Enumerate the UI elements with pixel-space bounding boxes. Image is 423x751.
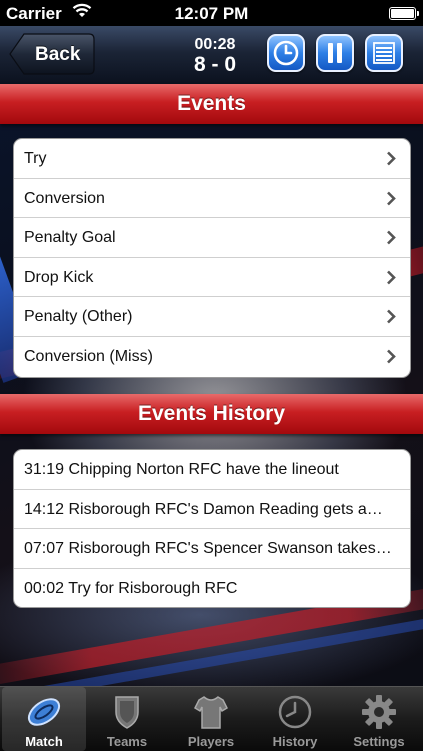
status-time: 12:07 PM [174,4,249,23]
events-history-header: Events History [0,394,423,434]
event-item-penalty-other[interactable]: Penalty (Other) [14,297,410,337]
events-list: Try Conversion Penalty Goal Drop Kick Pe… [13,138,411,378]
history-item[interactable]: 00:02 Try for Risborough RFC [14,569,410,608]
clock-icon [273,40,299,66]
tab-players[interactable]: Players [169,687,253,751]
event-label: Conversion [24,189,105,207]
event-item-penalty-goal[interactable]: Penalty Goal [14,218,410,258]
event-label: Drop Kick [24,268,94,286]
list-icon [373,42,395,64]
list-button[interactable] [365,34,403,72]
shield-icon [115,696,139,729]
history-item[interactable]: 14:12 Risborough RFC's Damon Reading get… [14,490,410,529]
chevron-right-icon [387,270,396,284]
history-text: 14:12 Risborough RFC's Damon Reading get… [24,500,383,518]
chevron-right-icon [387,309,396,324]
gear-icon [362,695,396,729]
rugby-ball-icon [27,698,61,726]
chevron-right-icon [387,151,396,166]
back-label: Back [35,44,81,65]
history-text: 31:19 Chipping Norton RFC have the lineo… [24,461,339,478]
event-item-conversion-miss[interactable]: Conversion (Miss) [14,337,410,377]
event-label: Conversion (Miss) [24,347,153,365]
battery-icon [389,7,419,20]
history-text: 00:02 Try for Risborough RFC [24,579,238,597]
jersey-icon [194,696,228,729]
events-history-list: 31:19 Chipping Norton RFC have the lineo… [13,449,411,608]
chevron-right-icon [387,230,396,245]
event-item-drop-kick[interactable]: Drop Kick [14,258,410,297]
clock-button[interactable] [267,34,305,72]
tab-match[interactable]: Match [2,687,86,751]
nav-bar: Back 00:28 8 - 0 [0,26,423,84]
tab-bar: Match Teams Players History Settings [0,686,423,751]
tab-history[interactable]: History [253,687,337,751]
tab-settings[interactable]: Settings [337,687,421,751]
tab-teams[interactable]: Teams [85,687,169,751]
back-button[interactable]: Back [9,33,95,75]
chevron-right-icon [387,349,396,363]
tab-label: History [272,734,318,749]
tab-label: Teams [106,734,148,749]
history-clock-icon [278,695,312,729]
match-score: 8 - 0 [193,53,237,76]
tab-label: Match [25,734,63,749]
event-item-try[interactable]: Try [14,139,410,179]
status-bar: Carrier 12:07 PM [0,0,423,26]
history-item[interactable]: 07:07 Risborough RFC's Spencer Swanson t… [14,529,410,569]
event-label: Penalty (Other) [24,308,133,325]
pause-icon [328,43,342,63]
event-label: Penalty Goal [24,229,116,246]
tab-label: Players [187,734,235,749]
history-text: 07:07 Risborough RFC's Spencer Swanson t… [24,540,392,557]
match-clock: 00:28 [194,36,236,53]
chevron-right-icon [387,191,396,205]
tab-label: Settings [353,734,405,749]
events-header: Events [0,84,423,124]
event-label: Try [24,150,47,167]
pause-button[interactable] [316,34,354,72]
history-item[interactable]: 31:19 Chipping Norton RFC have the lineo… [14,450,410,490]
event-item-conversion[interactable]: Conversion [14,179,410,218]
